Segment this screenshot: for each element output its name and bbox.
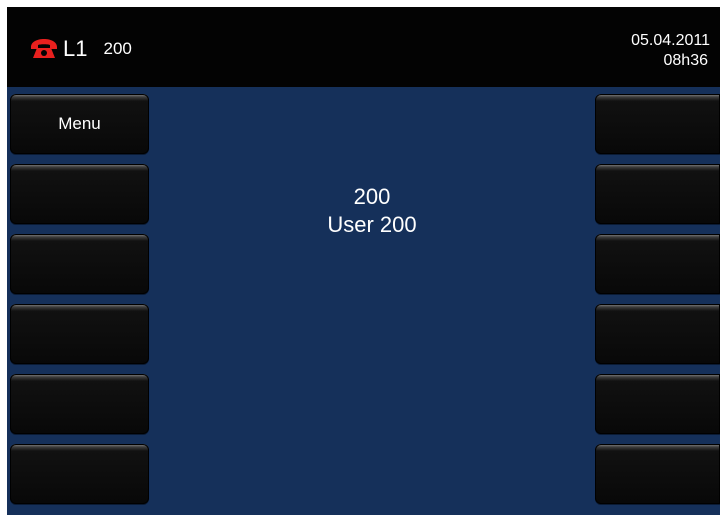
extension-number: 200 xyxy=(353,184,391,209)
softkey-left-5[interactable] xyxy=(10,374,149,434)
softkey-right-2[interactable] xyxy=(595,164,720,224)
line-label: L1 xyxy=(63,36,88,61)
line-number: 200 xyxy=(103,39,132,58)
softkey-right-1[interactable] xyxy=(595,94,720,154)
phone-handset-icon xyxy=(31,39,57,58)
user-name: User 200 xyxy=(327,212,417,237)
date-display: 05.04.2011 xyxy=(631,32,710,49)
softkey-right-5[interactable] xyxy=(595,374,720,434)
line-indicator: L1 200 xyxy=(29,36,132,62)
caller-info: 200 User 200 xyxy=(152,183,592,239)
softkey-left-1-menu[interactable]: Menu xyxy=(10,94,149,154)
phone-screen: L1 200 05.04.2011 08h36 Menu 200 User 20… xyxy=(7,7,720,515)
status-bar: L1 200 05.04.2011 08h36 xyxy=(7,7,720,87)
softkey-left-4[interactable] xyxy=(10,304,149,364)
softkey-right-6[interactable] xyxy=(595,444,720,504)
time-display: 08h36 xyxy=(663,52,709,69)
datetime: 05.04.2011 08h36 xyxy=(631,31,710,71)
softkey-left-2[interactable] xyxy=(10,164,149,224)
softkey-right-4[interactable] xyxy=(595,304,720,364)
softkey-left-6[interactable] xyxy=(10,444,149,504)
softkey-left-3[interactable] xyxy=(10,234,149,294)
softkey-right-3[interactable] xyxy=(595,234,720,294)
softkey-label: Menu xyxy=(58,114,101,133)
